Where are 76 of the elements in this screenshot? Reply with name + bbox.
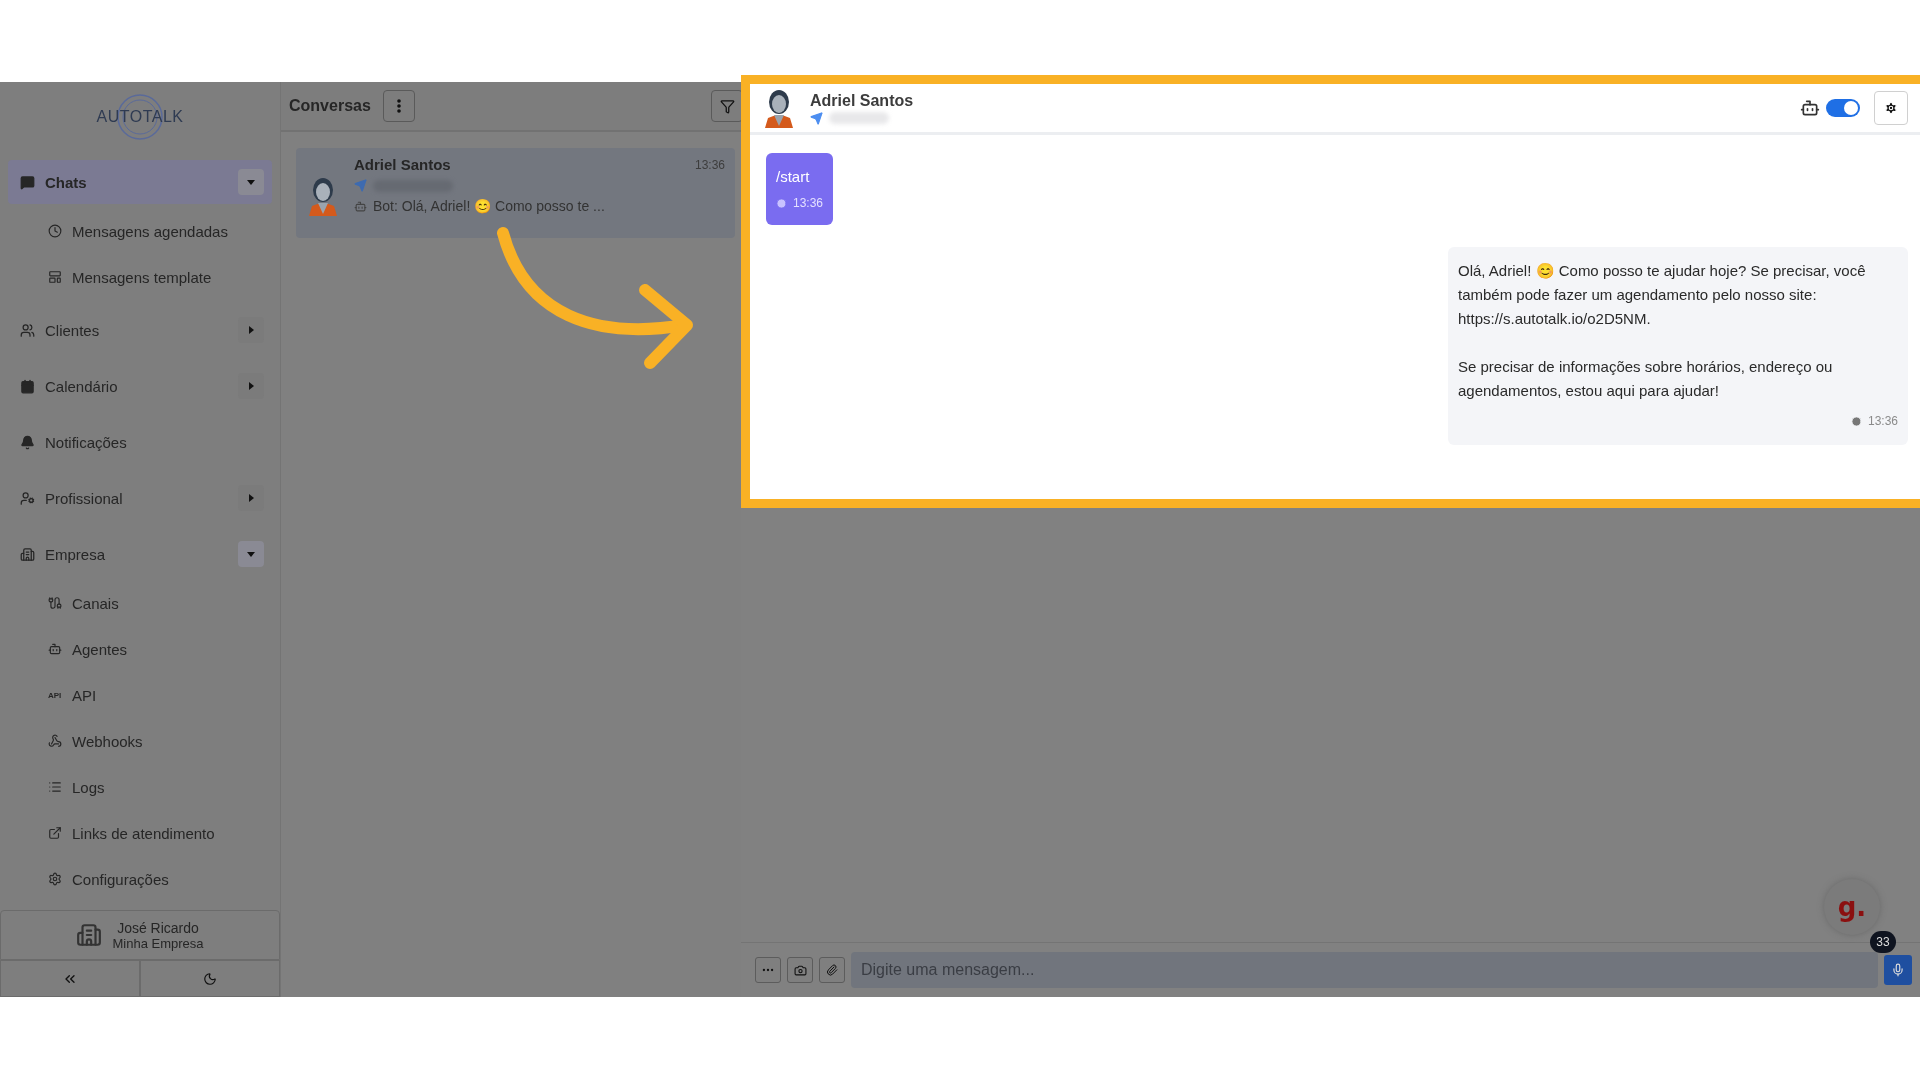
- send-icon: [810, 111, 823, 125]
- conversations-title: Conversas: [289, 97, 371, 115]
- caret-icon: [246, 381, 256, 391]
- sidebar-item-icon: [20, 378, 35, 394]
- user-name: José Ricardo: [116, 919, 200, 936]
- sidebar-subitem[interactable]: Agentes: [8, 626, 272, 672]
- sidebar-item-icon: [48, 780, 62, 794]
- filter-icon: [719, 98, 735, 114]
- avatar-silhouette: [762, 88, 796, 128]
- microphone-icon: [1891, 963, 1905, 977]
- sidebar-item[interactable]: Chats: [8, 160, 272, 204]
- sidebar-item[interactable]: Notificações: [8, 420, 272, 464]
- sidebar-item-icon: [48, 270, 62, 284]
- message-text: Olá, Adriel! 😊 Como posso te ajudar hoje? Se precisar, você também pode fazer um agendamento pelo nosso site: https://s.autotalk.io/o2D5NM.: [1458, 261, 1867, 329]
- sidebar-subitem[interactable]: Webhooks: [8, 718, 272, 764]
- sidebar-item-icon: [20, 174, 35, 190]
- caret-icon: [246, 177, 256, 187]
- sidebar-subitem[interactable]: Logs: [8, 764, 272, 810]
- caret-icon: [246, 493, 256, 503]
- moon-icon: [203, 971, 217, 986]
- sidebar-item-icon: [20, 546, 35, 562]
- sidebar-item-icon: [48, 224, 62, 238]
- sidebar-subitem[interactable]: Configurações: [8, 856, 272, 902]
- message-preview: Bot: Olá, Adriel! 😊 Como posso te ...: [373, 198, 605, 214]
- caret-button[interactable]: [238, 541, 264, 567]
- microphone-button[interactable]: [1884, 955, 1912, 985]
- caret-icon: [246, 549, 256, 559]
- sidebar-subitem[interactable]: Mensagens agendadas: [8, 208, 272, 254]
- sidebar-subitem[interactable]: Links de atendimento: [8, 810, 272, 856]
- sidebar-item-icon: [48, 872, 62, 886]
- camera-icon: [793, 963, 807, 977]
- company-name: Minha Empresa: [112, 935, 204, 951]
- caret-icon: [246, 325, 256, 335]
- sidebar-item-icon: [48, 596, 62, 610]
- paperclip-icon: [826, 964, 838, 976]
- logo-text: AUTOTALK: [96, 108, 184, 126]
- contact-name: Adriel Santos: [810, 91, 915, 110]
- send-icon: [354, 179, 367, 192]
- sidebar-subitem[interactable]: Canais: [8, 580, 272, 626]
- caret-button[interactable]: [238, 169, 264, 195]
- avatar-silhouette: [306, 176, 340, 216]
- sidebar-item[interactable]: Clientes: [8, 308, 272, 352]
- sidebar-item-icon: [20, 434, 35, 450]
- sidebar-item[interactable]: Empresa: [8, 532, 272, 576]
- message-time: 13:36: [694, 157, 725, 172]
- building-icon: [76, 922, 103, 948]
- robot-icon: [1800, 98, 1820, 118]
- menu-dots-icon: [396, 99, 401, 113]
- message-input[interactable]: Digite uma mensagem...: [851, 952, 1878, 988]
- filter-button[interactable]: [711, 90, 743, 122]
- user-card[interactable]: José Ricardo Minha Empresa: [0, 910, 280, 960]
- settings-button[interactable]: [1874, 91, 1908, 125]
- api-icon: API: [48, 690, 62, 700]
- contact-name: Adriel Santos: [354, 156, 452, 173]
- message-time: 13:36: [1850, 409, 1898, 433]
- camera-button[interactable]: [787, 957, 813, 983]
- message-text: Se precisar de informações sobre horários, endereço ou agendamentos, estou aqui para ajudar!: [1458, 357, 1834, 401]
- count-badge: 33: [1870, 931, 1896, 953]
- robot-icon: [354, 199, 367, 213]
- bot-toggle[interactable]: [1826, 99, 1860, 117]
- sidebar-item-icon: [48, 734, 62, 748]
- sidebar-item-icon: [48, 642, 62, 656]
- sidebar-item-icon: [48, 826, 62, 840]
- chat-widget-button[interactable]: g.: [1824, 879, 1880, 935]
- attach-button[interactable]: [819, 957, 845, 983]
- sidebar-item[interactable]: Calendário: [8, 364, 272, 408]
- conversation-card[interactable]: Adriel Santos 13:36 Bot: Olá, Adriel! 😊 Como posso te ...: [296, 148, 735, 238]
- sidebar-subitem[interactable]: Mensagens template: [8, 254, 272, 300]
- sidebar-item-icon: [20, 322, 35, 338]
- message-time: 13:36: [776, 191, 824, 215]
- sidebar-item[interactable]: Profissional: [8, 476, 272, 520]
- settings-icon: [1884, 101, 1898, 115]
- sidebar-subitem[interactable]: API API: [8, 672, 272, 718]
- message-text: /start: [776, 167, 811, 187]
- more-options-button[interactable]: [382, 90, 415, 122]
- sidebar-item-icon: [20, 490, 35, 506]
